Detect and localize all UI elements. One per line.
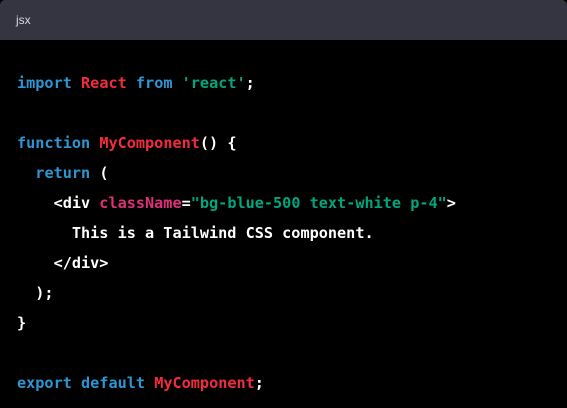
language-label: jsx (16, 13, 31, 27)
token-punctuation: ); (17, 284, 54, 302)
token-keyword: export (17, 374, 72, 392)
token-string: 'react' (181, 74, 246, 92)
token-punctuation: ; (245, 74, 255, 92)
token-keyword: return (35, 164, 91, 182)
code-line-import: import React from 'react'; (17, 68, 567, 98)
code-line-return-close: ); (17, 278, 567, 308)
code-line-div-open: <div className="bg-blue-500 text-white p… (17, 188, 567, 218)
token-string: "bg-blue-500 text-white p-4" (190, 194, 447, 212)
token-tag: </div> (17, 254, 109, 272)
token-punctuation: () { (199, 134, 237, 152)
token-jsx-text: This is a Tailwind CSS component. (17, 224, 374, 242)
token-tag: <div (17, 194, 100, 212)
token-keyword: function (17, 134, 91, 152)
code-line-text: This is a Tailwind CSS component. (17, 218, 567, 248)
code-content[interactable]: import React from 'react'; function MyCom… (0, 40, 567, 398)
token-keyword: from (135, 74, 173, 92)
token-punctuation: ; (254, 374, 264, 392)
code-line-return: return ( (17, 158, 567, 188)
code-line-export: export default MyComponent; (17, 368, 567, 398)
code-line-function-close: } (17, 308, 567, 338)
token-keyword: default (81, 374, 146, 392)
code-line-div-close: </div> (17, 248, 567, 278)
token-punctuation: ( (90, 164, 109, 182)
code-line-function: function MyComponent() { (17, 128, 567, 158)
token-attribute: className (99, 194, 182, 212)
token-punctuation: } (17, 314, 27, 332)
token-tag: > (446, 194, 456, 212)
token-keyword: import (17, 74, 72, 92)
token-punctuation: = (181, 194, 191, 212)
token-identifier: React (81, 74, 127, 92)
token-identifier: MyComponent (99, 134, 200, 152)
token-identifier: MyComponent (154, 374, 255, 392)
code-block-header: jsx (0, 0, 567, 40)
code-block: jsx import React from 'react'; function M… (0, 0, 567, 408)
